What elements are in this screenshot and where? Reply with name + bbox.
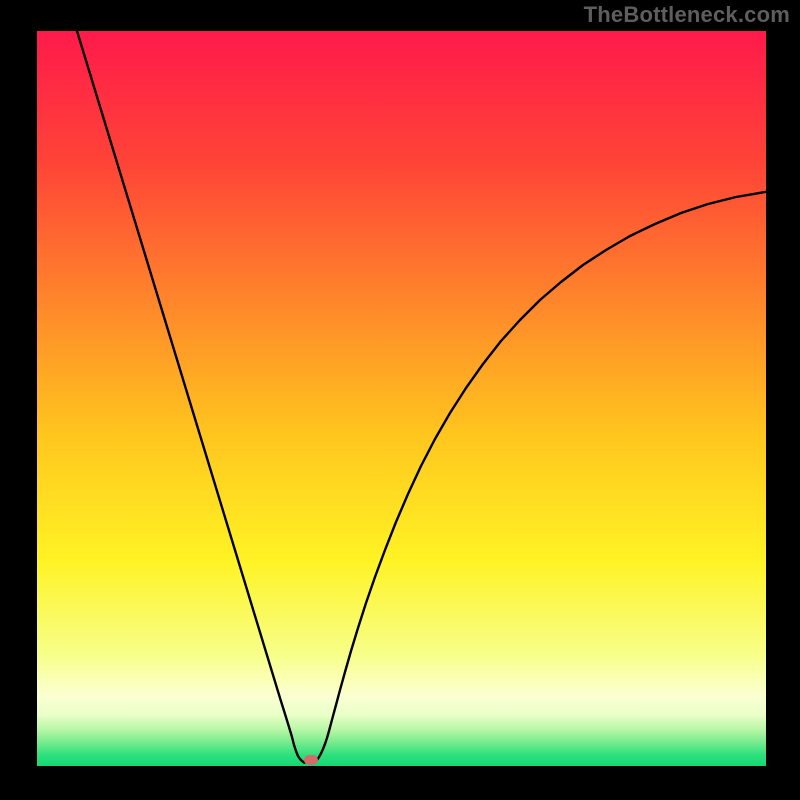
watermark-text: TheBottleneck.com	[584, 2, 790, 28]
chart-frame: TheBottleneck.com	[0, 0, 800, 800]
plot-area	[37, 31, 766, 766]
bottleneck-chart	[0, 0, 800, 800]
min-marker	[304, 755, 318, 765]
